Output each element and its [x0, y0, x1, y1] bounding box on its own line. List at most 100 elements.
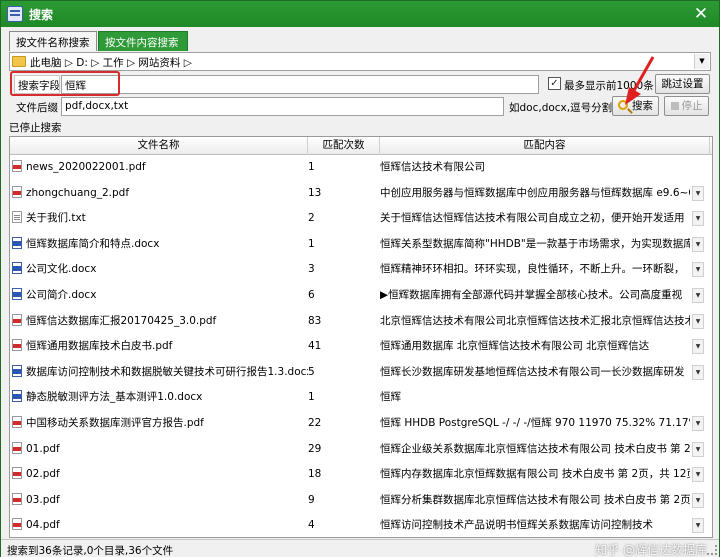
status-bar: 搜索到36条记录,0个目录,36个文件 知乎 @辉信达数据库: [1, 539, 719, 557]
filename-text: zhongchuang_2.pdf: [26, 186, 130, 199]
chevron-down-icon[interactable]: ▼: [692, 441, 704, 457]
filename-text: 静态脱敏测评方法_基本测评1.0.docx: [26, 391, 203, 404]
close-button[interactable]: ✕: [691, 4, 711, 24]
table-row[interactable]: 03.pdf 9 恒辉分析集群数据库北京恒辉信达技术有限公司 技术白皮书 第 2页 ▼: [10, 488, 712, 514]
table-row[interactable]: zhongchuang_2.pdf 13 中创应用服务器与恒辉数据库中创应用服务器与…: [10, 181, 712, 207]
table-row[interactable]: 04.pdf 4 恒辉访问控制技术产品说明书恒辉关系数据库访问控制技术 ▼: [10, 513, 712, 537]
table-row[interactable]: 静态脱敏测评方法_基本测评1.0.docx 1 恒辉: [10, 385, 712, 411]
file-extension-input[interactable]: pdf,docx,txt: [61, 97, 504, 116]
cell-match-content: 恒辉分析集群数据库北京恒辉信达技术有限公司 技术白皮书 第 2页: [380, 493, 690, 506]
cell-match-count: 6: [308, 288, 315, 301]
chevron-down-icon[interactable]: ▼: [692, 339, 704, 355]
highlight-box: [10, 71, 120, 96]
cell-match-content: 恒辉访问控制技术产品说明书恒辉关系数据库访问控制技术: [380, 519, 653, 532]
docx-file-icon: [12, 262, 22, 275]
chevron-down-icon[interactable]: ▼: [692, 313, 704, 329]
title-bar[interactable]: 搜索 ✕: [1, 1, 719, 27]
table-row[interactable]: 02.pdf 18 恒辉内存数据库北京恒辉数据有限公司 技术白皮书 第 2页，共 1…: [10, 462, 712, 488]
pdf-file-icon: [12, 415, 22, 428]
table-row[interactable]: 恒辉数据库简介和特点.docx 1 恒辉关系型数据库简称"HHDB"是一款基于市场需…: [10, 232, 712, 258]
cell-match-count: 29: [308, 442, 322, 455]
cell-filename: 中国移动关系数据库测评官方报告.pdf: [12, 411, 308, 437]
pdf-file-icon: [12, 518, 22, 531]
filename-text: 01.pdf: [26, 442, 60, 455]
table-header: 文件名称 匹配次数 匹配内容: [10, 137, 712, 155]
chevron-down-icon[interactable]: ▼: [692, 262, 704, 278]
results-table[interactable]: 文件名称 匹配次数 匹配内容 news_2020022001.pdf 1 恒辉信达技…: [9, 136, 713, 538]
table-row[interactable]: 数据库访问控制技术和数据脱敏关键技术可研行报告1.3.docx 5 恒辉长沙数据库研…: [10, 360, 712, 386]
cell-filename: 恒辉数据库简介和特点.docx: [12, 232, 308, 258]
cell-filename: 03.pdf: [12, 488, 308, 514]
table-row[interactable]: news_2020022001.pdf 1 恒辉信达技术有限公司: [10, 155, 712, 181]
app-icon: [7, 6, 23, 22]
filename-text: 02.pdf: [26, 468, 60, 481]
ext-label: 文件后缀: [16, 102, 58, 114]
stop-button-label: 停止: [681, 100, 703, 112]
resize-grip-icon[interactable]: [707, 545, 717, 555]
pdf-file-icon: [12, 467, 22, 480]
status-bar-text: 搜索到36条记录,0个目录,36个文件: [7, 545, 174, 557]
filename-text: 03.pdf: [26, 493, 60, 506]
cell-filename: 关于我们.txt: [12, 206, 308, 232]
cell-filename: zhongchuang_2.pdf: [12, 181, 308, 207]
folder-icon: [12, 56, 26, 67]
chevron-down-icon[interactable]: ▼: [692, 287, 704, 303]
table-row[interactable]: 关于我们.txt 2 关于恒辉信达恒辉信达技术有限公司自成立之初，便开始开发适用 ▼: [10, 206, 712, 232]
cell-filename: 01.pdf: [12, 437, 308, 463]
filename-text: 恒辉通用数据库技术白皮书.pdf: [26, 340, 173, 353]
cell-match-count: 1: [308, 161, 315, 173]
chevron-down-icon[interactable]: ▼: [692, 364, 704, 380]
table-row[interactable]: 公司文化.docx 3 恒辉精神环环相扣。环环实现，良性循环，不断上升。一环断裂， ▼: [10, 257, 712, 283]
cell-match-content: 中创应用服务器与恒辉数据库中创应用服务器与恒辉数据库 e9.6~6: [380, 186, 690, 199]
cell-match-count: 4: [308, 519, 315, 532]
chevron-down-icon[interactable]: ▼: [692, 467, 704, 483]
chevron-down-icon[interactable]: ▼: [694, 54, 709, 69]
chevron-down-icon[interactable]: ▼: [692, 236, 704, 252]
chevron-down-icon[interactable]: ▼: [692, 211, 704, 227]
column-header-filename[interactable]: 文件名称: [10, 137, 308, 155]
skip-settings-button[interactable]: 跳过设置: [655, 74, 710, 94]
pdf-file-icon: [12, 339, 22, 352]
filename-text: 恒辉信达数据库汇报20170425_3.0.pdf: [26, 314, 217, 327]
search-keyword-input[interactable]: 恒辉: [61, 75, 539, 94]
cell-match-content: ▶恒辉数据库拥有全部源代码并掌握全部核心技术。公司高度重视: [380, 288, 683, 301]
filename-text: 04.pdf: [26, 519, 60, 532]
docx-file-icon: [12, 364, 22, 377]
cell-match-content: 恒辉精神环环相扣。环环实现，良性循环，不断上升。一环断裂，: [380, 263, 685, 276]
cell-match-count: 83: [308, 314, 322, 327]
cell-match-count: 22: [308, 416, 322, 429]
chevron-down-icon[interactable]: ▼: [692, 518, 704, 534]
chevron-down-icon[interactable]: ▼: [692, 492, 704, 508]
path-text: 此电脑 ▷ D: ▷ 工作 ▷ 网站资料 ▷: [30, 57, 192, 69]
table-body: news_2020022001.pdf 1 恒辉信达技术有限公司 zhongchuan…: [10, 155, 712, 537]
filename-text: 中国移动关系数据库测评官方报告.pdf: [26, 416, 204, 429]
cell-match-count: 41: [308, 340, 322, 353]
cell-filename: 恒辉通用数据库技术白皮书.pdf: [12, 334, 308, 360]
cell-match-count: 13: [308, 186, 322, 199]
table-row[interactable]: 01.pdf 29 恒辉企业级关系数据库北京恒辉信达技术有限公司 技术白皮书 第 2…: [10, 437, 712, 463]
chevron-down-icon[interactable]: ▼: [692, 185, 704, 201]
tab-search-by-filename[interactable]: 按文件名称搜索: [9, 31, 97, 51]
cell-match-content: 恒辉企业级关系数据库北京恒辉信达技术有限公司 技术白皮书 第 2: [380, 442, 690, 455]
cell-match-content: 恒辉长沙数据库研发基地恒辉信达技术有限公司一长沙数据库研发: [380, 365, 685, 378]
table-row[interactable]: 恒辉信达数据库汇报20170425_3.0.pdf 83 北京恒辉信达技术有限公司北…: [10, 309, 712, 335]
table-row[interactable]: 中国移动关系数据库测评官方报告.pdf 22 恒辉 HHDB PostgreSQL …: [10, 411, 712, 437]
column-header-content[interactable]: 匹配内容: [380, 137, 710, 155]
search-status: 已停止搜索: [9, 122, 62, 134]
watermark: 知乎 @辉信达数据库: [595, 543, 707, 557]
chevron-down-icon[interactable]: ▼: [692, 415, 704, 431]
cell-filename: 公司简介.docx: [12, 283, 308, 309]
search-button[interactable]: 搜索: [612, 96, 659, 116]
cell-filename: 02.pdf: [12, 462, 308, 488]
filename-text: news_2020022001.pdf: [26, 161, 146, 173]
table-row[interactable]: 公司简介.docx 6 ▶恒辉数据库拥有全部源代码并掌握全部核心技术。公司高度重视 ▼: [10, 283, 712, 309]
table-row[interactable]: 恒辉通用数据库技术白皮书.pdf 41 恒辉通用数据库 北京恒辉信达技术有限公司 …: [10, 334, 712, 360]
max-results-checkbox[interactable]: ✓: [548, 77, 561, 90]
tab-search-by-content[interactable]: 按文件内容搜索: [98, 31, 188, 51]
cell-filename: 数据库访问控制技术和数据脱敏关键技术可研行报告1.3.docx: [12, 360, 308, 386]
cell-match-count: 1: [308, 391, 315, 404]
stop-button[interactable]: 停止: [664, 96, 709, 116]
path-breadcrumb[interactable]: 此电脑 ▷ D: ▷ 工作 ▷ 网站资料 ▷ ▼: [9, 52, 711, 71]
cell-match-content: 恒辉: [380, 391, 401, 404]
column-header-count[interactable]: 匹配次数: [308, 137, 380, 155]
